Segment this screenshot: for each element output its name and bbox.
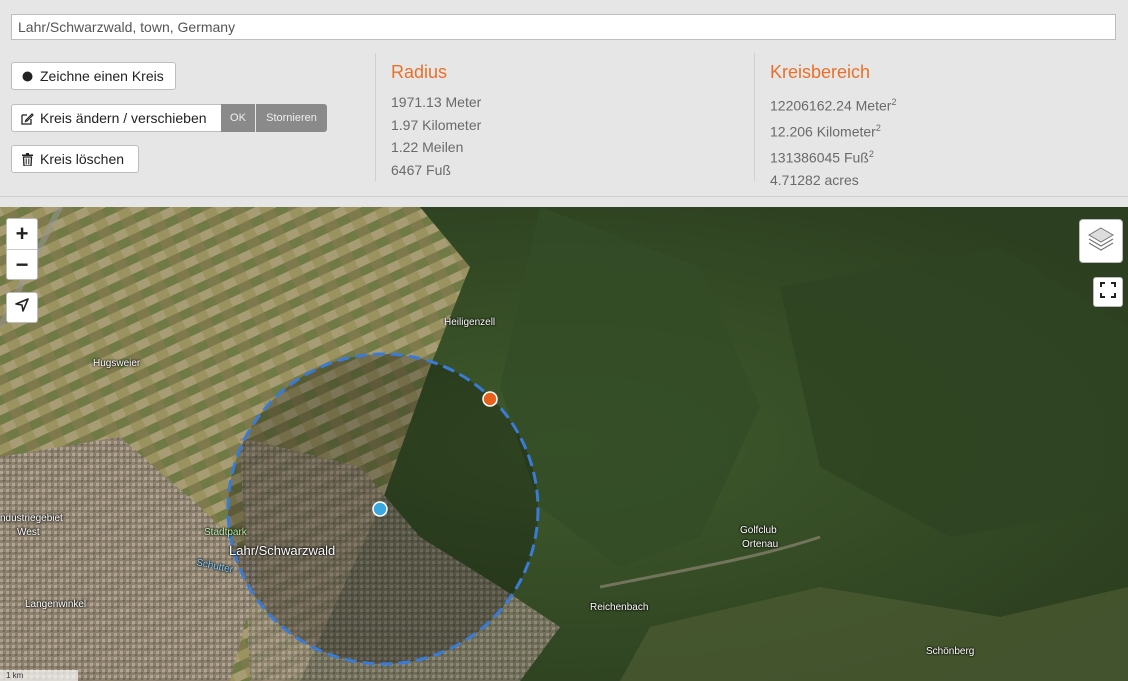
circle-edge-marker [482, 391, 498, 407]
map-label: Hugsweier [93, 358, 141, 369]
ok-button[interactable]: OK [221, 104, 255, 132]
divider [375, 53, 376, 181]
area-feet: 131386045 Fuß2 [770, 149, 874, 166]
map-scale: 1 km [0, 670, 78, 681]
map-label: ndustriegebiet [0, 513, 63, 524]
circle-center-marker [372, 501, 388, 517]
area-title: Kreisbereich [770, 62, 871, 82]
radius-meter: 1971.13 Meter [391, 94, 482, 110]
radius-feet: 6467 Fuß [391, 161, 451, 178]
satellite-map[interactable]: Heiligenzell Hugsweier ndustriegebiet We… [0, 207, 1128, 681]
layers-icon [1087, 226, 1115, 257]
circle-icon [20, 69, 34, 83]
edit-icon [20, 111, 34, 125]
divider [754, 53, 755, 181]
draw-circle-button[interactable]: Zeichne einen Kreis [11, 62, 176, 90]
map-label: Ortenau [742, 539, 779, 550]
trash-icon [20, 152, 34, 166]
map-label: Golfclub [740, 525, 777, 536]
edit-circle-button[interactable]: Kreis ändern / verschieben [11, 104, 222, 132]
map-label: Reichenbach [590, 602, 649, 613]
search-input[interactable] [11, 14, 1116, 40]
map-label: Lahr/Schwarzwald [229, 543, 336, 558]
zoom-in-button[interactable]: + [7, 219, 37, 250]
area-acres: 4.71282 acres [770, 172, 859, 189]
radius-title: Radius [391, 62, 448, 82]
map-label: Schönberg [926, 646, 975, 657]
zoom-out-button[interactable]: − [7, 250, 37, 280]
map-label: West [17, 527, 40, 538]
map-label: Stadtpark [204, 527, 247, 538]
draw-circle-label: Zeichne einen Kreis [40, 68, 164, 84]
satellite-imagery [0, 207, 1128, 681]
area-section: Kreisbereich 12206162.24 Meter2 12.206 K… [770, 62, 896, 192]
control-panel: Zeichne einen Kreis Kreis ändern / versc… [0, 0, 1128, 197]
cancel-button[interactable]: Stornieren [256, 104, 327, 132]
delete-circle-button[interactable]: Kreis löschen [11, 145, 139, 173]
radius-kilometer: 1.97 Kilometer [391, 116, 482, 133]
zoom-control: + − [6, 218, 38, 280]
edit-circle-label: Kreis ändern / verschieben [40, 110, 207, 126]
map-label: Heiligenzell [444, 317, 496, 328]
radius-section: Radius 1971.13 Meter 1.97 Kilometer 1.22… [391, 62, 481, 181]
delete-circle-label: Kreis löschen [40, 151, 125, 167]
radius-miles: 1.22 Meilen [391, 139, 464, 155]
area-kilometer: 12.206 Kilometer2 [770, 123, 881, 140]
map-label: Langenwinkel [25, 599, 87, 610]
navigation-arrow-icon [14, 297, 30, 318]
locate-button[interactable] [6, 292, 38, 323]
area-meter: 12206162.24 Meter2 [770, 97, 897, 114]
layers-button[interactable] [1079, 219, 1123, 263]
fullscreen-button[interactable] [1093, 277, 1123, 307]
fullscreen-icon [1100, 281, 1116, 303]
